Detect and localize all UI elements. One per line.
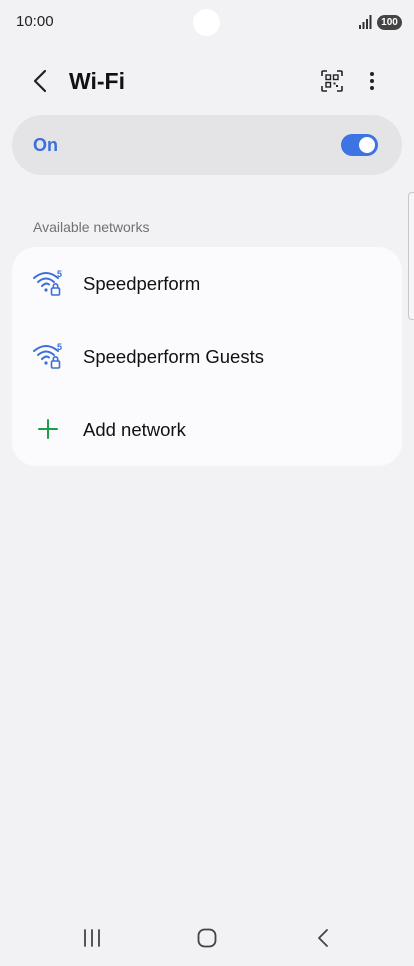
camera-cutout — [193, 9, 220, 36]
qr-scan-button[interactable] — [314, 63, 350, 99]
back-arrow-icon — [33, 69, 47, 93]
wifi-5ghz-secured-icon: 5 — [33, 342, 62, 369]
battery-icon: 100 — [377, 15, 402, 30]
wifi-master-switch-row[interactable]: On — [12, 115, 402, 175]
nav-back-button[interactable] — [303, 924, 343, 952]
edge-panel-handle[interactable] — [408, 192, 414, 320]
status-bar: 10:00 100 — [0, 0, 414, 44]
svg-text:5: 5 — [57, 342, 62, 352]
back-icon — [318, 929, 328, 947]
network-list: 5 Speedperform 5 Speedperform Guests Add… — [12, 247, 402, 466]
home-icon — [197, 928, 217, 948]
wifi-toggle-switch[interactable] — [341, 134, 378, 156]
add-network-label: Add network — [83, 419, 186, 440]
home-button[interactable] — [187, 924, 227, 952]
toggle-knob — [359, 137, 375, 153]
back-button[interactable] — [22, 63, 58, 99]
plus-icon — [38, 419, 58, 439]
wifi-5ghz-secured-icon: 5 — [33, 269, 62, 296]
recent-apps-button[interactable] — [72, 924, 112, 952]
wifi-state-label: On — [33, 135, 58, 155]
qr-code-scan-icon — [321, 70, 343, 92]
svg-text:5: 5 — [57, 269, 62, 279]
page-title: Wi-Fi — [69, 68, 125, 94]
wifi-settings-screen: 10:00 100 Wi-Fi On Available networks 5 … — [0, 0, 414, 966]
network-name: Speedperform Guests — [83, 346, 264, 367]
more-options-button[interactable] — [354, 63, 390, 99]
battery-level: 100 — [381, 16, 398, 28]
system-nav-bar — [0, 910, 414, 966]
recent-apps-icon — [84, 929, 100, 947]
more-vert-icon — [370, 72, 374, 90]
network-item[interactable]: 5 Speedperform Guests — [12, 320, 402, 393]
app-header: Wi-Fi — [0, 55, 414, 107]
status-time: 10:00 — [16, 13, 54, 30]
signal-icon — [359, 15, 372, 29]
network-name: Speedperform — [83, 273, 201, 294]
network-item[interactable]: 5 Speedperform — [12, 247, 402, 320]
add-network-button[interactable]: Add network — [12, 393, 402, 466]
available-networks-header: Available networks — [33, 219, 150, 235]
